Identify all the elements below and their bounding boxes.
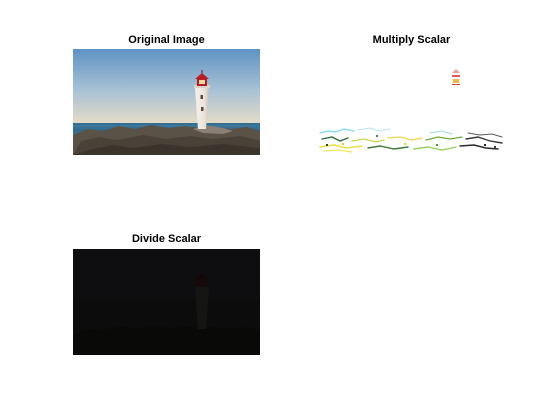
sky (73, 49, 260, 125)
multiply-scalar-title: Multiply Scalar (372, 34, 451, 46)
divide-scalar-image (73, 249, 260, 355)
original-image (73, 49, 260, 155)
multiply-scalar-image (318, 49, 505, 155)
divide-scalar-title: Divide Scalar (131, 233, 202, 245)
figure-window: Original Image Multiply Scalar Divide Sc… (0, 0, 560, 420)
original-image-title: Original Image (128, 34, 205, 46)
